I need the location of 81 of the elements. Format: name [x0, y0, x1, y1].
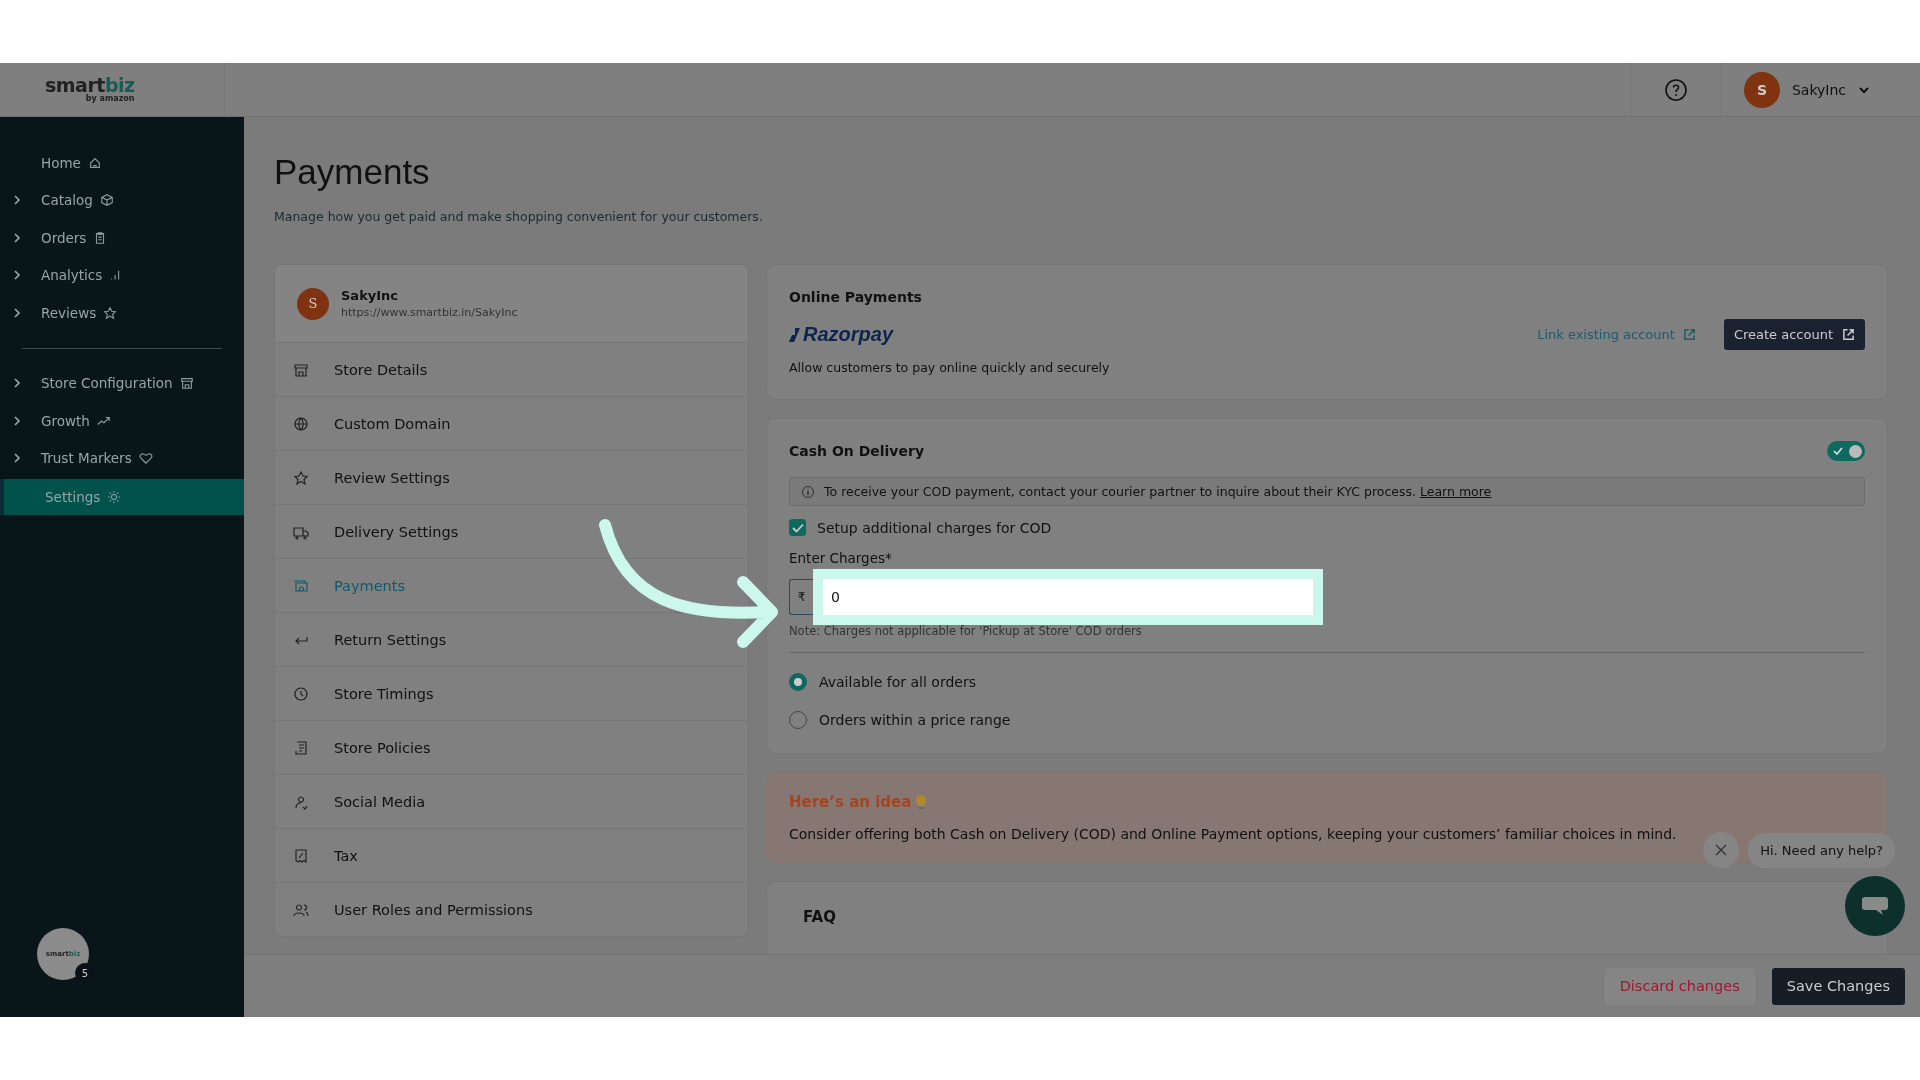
description: Allow customers to pay online quickly and securely — [789, 360, 1111, 375]
cod-toggle[interactable] — [1827, 441, 1865, 461]
radio-label: Available for all orders — [819, 674, 976, 690]
field-label: Enter Charges* — [789, 550, 893, 566]
info-icon — [802, 485, 814, 498]
create-account-button[interactable]: Create account — [1723, 319, 1865, 350]
chevron-right-icon — [13, 453, 21, 464]
settings-menu-item[interactable]: Delivery Settings — [275, 504, 748, 558]
tip-text: Consider offering both Cash on Delivery (COD) and Online Payment options, keeping your customers’ familiar choices in mind. — [789, 826, 1678, 842]
info-text: To receive your COD payment, contact your courier partner to inquire about their KYC process. Learn more — [824, 484, 1492, 499]
card-title: Cash On Delivery — [789, 443, 924, 459]
gear-icon — [107, 490, 122, 504]
sidebar-item[interactable]: Store Configuration — [0, 364, 244, 402]
chevron-right-icon — [13, 378, 21, 389]
checkbox-label: Setup additional charges for COD — [817, 519, 1052, 536]
clock-icon — [293, 685, 309, 702]
sidebar-item[interactable]: Analytics — [0, 256, 244, 294]
settings-menu-item[interactable]: User Roles and Permissions — [275, 882, 748, 936]
person-icon — [293, 793, 309, 810]
card-title: Online Payments — [789, 289, 923, 305]
star-icon — [293, 469, 309, 486]
receipt-icon — [293, 847, 309, 864]
charges-input[interactable]: 0 — [813, 569, 1323, 625]
chevron-right-icon — [13, 307, 21, 318]
users-icon — [293, 901, 309, 918]
avatar: S — [297, 287, 329, 320]
card-title: FAQ — [803, 908, 837, 926]
account-menu[interactable]: S SakyInc — [1721, 63, 1920, 116]
document-icon — [293, 739, 309, 756]
settings-menu-item[interactable]: Social Media — [275, 774, 748, 828]
page-subtitle: Manage how you get paid and make shopping convenient for your customers. — [274, 209, 764, 224]
radio-label: Orders within a price range — [819, 712, 1011, 728]
count-badge: 5 — [75, 963, 95, 983]
settings-menu-item[interactable]: Store Details — [275, 342, 748, 396]
avatar: S — [1743, 71, 1780, 108]
checkbox[interactable] — [789, 519, 806, 536]
box-icon — [99, 193, 114, 208]
sidebar-item[interactable]: Catalog — [0, 181, 244, 219]
check-icon — [1833, 447, 1843, 455]
sidebar-item[interactable]: Orders — [0, 219, 244, 257]
chevron-down-icon — [1858, 85, 1870, 94]
chat-button[interactable] — [1845, 876, 1905, 936]
sidebar-item[interactable]: Trust Markers — [0, 439, 244, 477]
chat-greeting: Hi. Need any help? — [1748, 832, 1895, 868]
field-note: Note: Charges not applicable for 'Pickup at Store' COD orders — [789, 624, 1143, 638]
globe-icon — [293, 415, 309, 432]
store-name: SakyInc — [341, 288, 400, 303]
chevron-right-icon — [13, 270, 21, 281]
external-link-icon — [1842, 328, 1855, 341]
sidebar-item[interactable]: Home — [0, 144, 244, 182]
chat-icon — [1861, 895, 1889, 917]
chevron-right-icon — [13, 232, 21, 243]
store-icon — [179, 376, 194, 391]
settings-menu-item[interactable]: Custom Domain — [275, 396, 748, 450]
chevron-right-icon — [13, 195, 21, 206]
razorpay-logo-icon — [789, 326, 801, 343]
page-title: Payments — [274, 152, 431, 192]
chevron-right-icon — [13, 415, 21, 426]
provider-name: Razorpay — [803, 323, 894, 346]
store-url: https://www.smartbiz.in/SakyInc — [341, 306, 518, 319]
external-link-icon — [1682, 328, 1696, 341]
radio-button[interactable] — [789, 673, 807, 691]
tip-title: Here’s an idea — [789, 793, 912, 811]
settings-menu-item[interactable]: Store Timings — [275, 666, 748, 720]
sidebar-item[interactable]: Reviews — [0, 294, 244, 332]
settings-menu-item[interactable]: Return Settings — [275, 612, 748, 666]
sidebar-item[interactable]: Growth — [0, 402, 244, 440]
save-button[interactable]: Save Changes — [1771, 967, 1905, 1005]
star-icon — [103, 305, 118, 320]
home-icon — [87, 155, 102, 170]
settings-menu-item[interactable]: Tax — [275, 828, 748, 882]
logo[interactable]: smartbiz by amazon — [45, 75, 135, 104]
sidebar-item[interactable]: Settings — [0, 479, 244, 515]
settings-menu-item[interactable]: Store Policies — [275, 720, 748, 774]
heart-icon — [138, 451, 153, 466]
light-bulb-icon — [915, 794, 928, 810]
learn-more-link[interactable]: Learn more — [1420, 484, 1492, 499]
help-icon[interactable] — [1663, 77, 1688, 102]
store-icon — [293, 361, 309, 378]
settings-menu-item[interactable]: Review Settings — [275, 450, 748, 504]
cash-icon — [293, 577, 309, 594]
